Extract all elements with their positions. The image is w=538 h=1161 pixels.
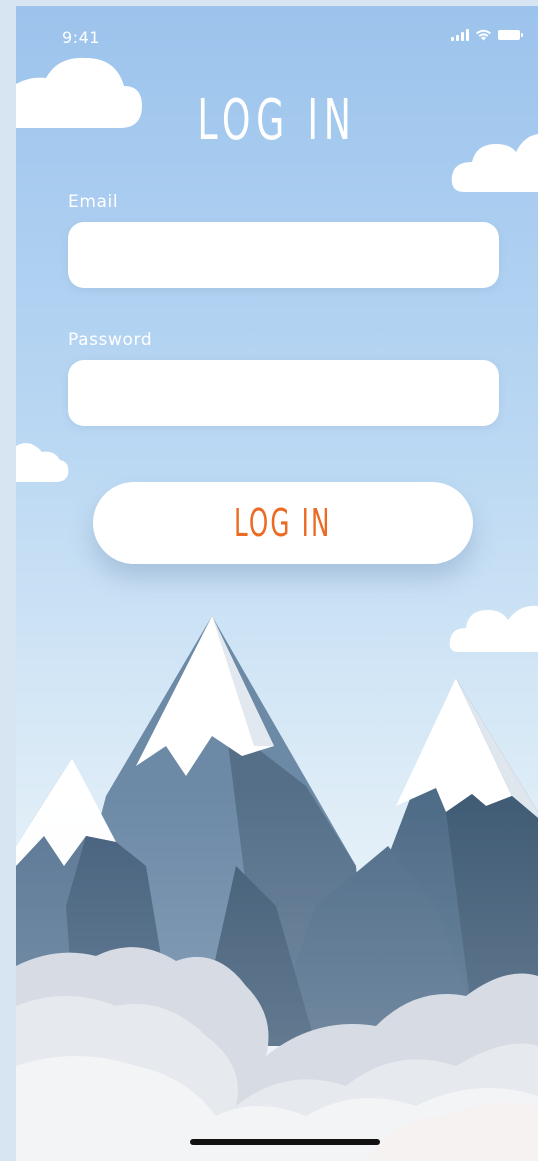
status-bar-icons xyxy=(451,29,524,41)
cloud-left-small xyxy=(16,443,69,482)
page-title: LOG IN xyxy=(197,88,357,153)
password-input[interactable] xyxy=(68,360,499,426)
wifi-icon xyxy=(475,29,492,41)
mountain-center xyxy=(46,616,366,1046)
email-label: Email xyxy=(68,192,119,212)
battery-icon xyxy=(498,29,524,41)
login-button-label: LOG IN xyxy=(234,501,332,545)
mountain-right xyxy=(316,678,538,1046)
home-indicator[interactable] xyxy=(190,1139,380,1145)
password-label: Password xyxy=(68,330,153,350)
login-button[interactable]: LOG IN xyxy=(93,482,473,564)
device-frame: 9:41 LOG IN Email Password LOG IN xyxy=(0,0,538,1161)
mountain-left xyxy=(16,758,176,1046)
cellular-signal-icon xyxy=(451,29,469,41)
app-screen: 9:41 LOG IN Email Password LOG IN xyxy=(16,6,538,1161)
email-input[interactable] xyxy=(68,222,499,288)
status-bar-time: 9:41 xyxy=(62,28,100,47)
cloud-bottom-layer xyxy=(16,947,538,1161)
cloud-right-mid xyxy=(449,605,538,652)
mountain-scenery-illustration xyxy=(16,57,538,1161)
mountain-ridge xyxy=(196,846,486,1046)
